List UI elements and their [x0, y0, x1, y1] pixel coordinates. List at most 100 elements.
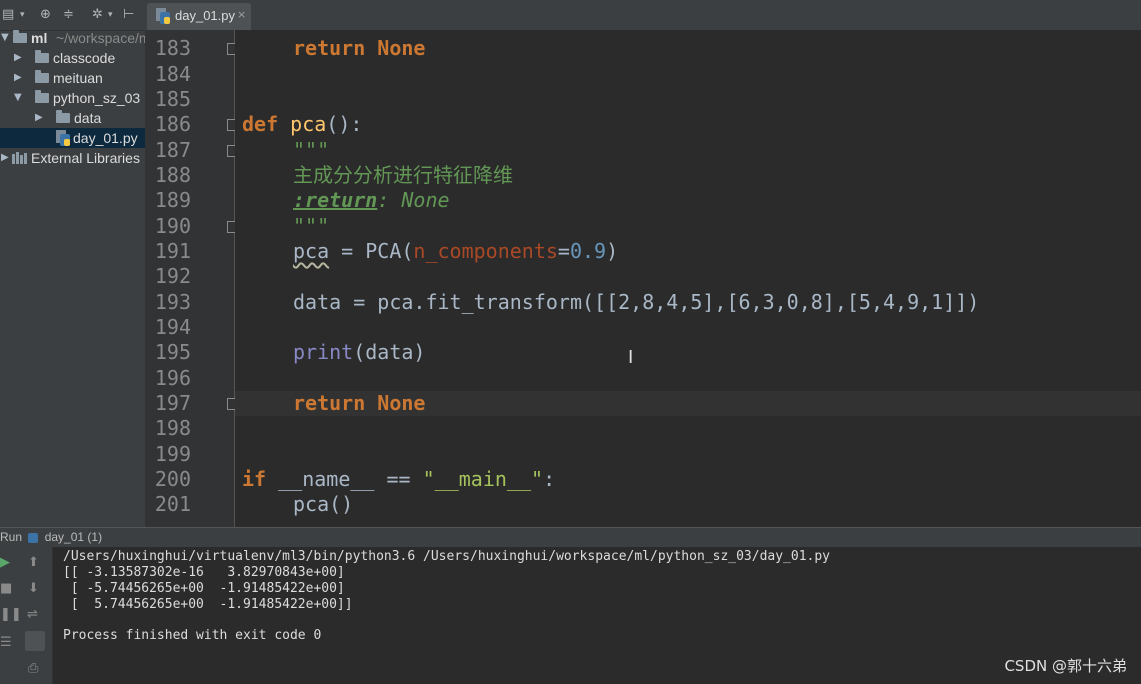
line-number: 198: [154, 416, 191, 440]
builtin-function: print: [293, 340, 354, 364]
console-line: [[ -3.13587302e-16 3.82970843e+00]: [63, 565, 345, 580]
collapsed-arrow-icon[interactable]: ▶: [14, 48, 22, 68]
tree-root-ml[interactable]: ▼ ml ~/workspace/ml: [0, 28, 145, 48]
project-panel: ▤ ▾ ⊕ ≑ ✲ ▾ ⊢ ▼ ml ~/workspace/ml ▶ clas…: [0, 0, 145, 527]
gear-icon[interactable]: ✲: [92, 7, 103, 22]
folder-icon: [35, 90, 49, 103]
line-number: 196: [154, 366, 191, 390]
tree-item-label: python_sz_03: [53, 90, 141, 106]
code-line-183: return None: [293, 36, 425, 61]
layout-icon[interactable]: ☰: [0, 635, 12, 650]
folder-icon: [35, 50, 49, 63]
keyword: return: [293, 391, 366, 415]
line-number: 200: [154, 467, 191, 491]
keyword: def: [242, 112, 279, 136]
library-icon: [12, 152, 27, 164]
run-config-name[interactable]: day_01 (1): [45, 530, 102, 544]
docstring-tag: :return: [293, 188, 378, 212]
keyword: return: [293, 36, 366, 60]
tree-item-label: data: [74, 110, 102, 126]
code-text: ():: [326, 112, 363, 136]
tree-root-name: ml: [31, 30, 48, 46]
code-line-197: return None: [293, 391, 425, 416]
line-number: 183: [154, 36, 191, 60]
code-editor[interactable]: return None def pca(): """ 主成分分析进行特征降维 :…: [235, 30, 1141, 527]
keyword: None: [377, 36, 426, 60]
run-title: Run day_01 (1): [0, 530, 102, 544]
python-file-icon: [156, 8, 170, 24]
line-number: 197: [154, 391, 191, 415]
folder-icon: [35, 70, 49, 83]
line-number: 194: [154, 315, 191, 339]
tab-day-01-py[interactable]: day_01.py ×: [147, 3, 251, 30]
collapse-all-icon[interactable]: ≑: [63, 7, 74, 22]
code-text: ==: [374, 467, 423, 491]
editor-tab-bar: day_01.py ×: [145, 0, 1141, 31]
watermark: CSDN @郭十六弟: [1004, 657, 1127, 675]
python-file-icon: [28, 532, 39, 543]
soft-wrap-icon[interactable]: ⇌: [27, 607, 38, 622]
console-output[interactable]: /Users/huxinghui/virtualenv/ml3/bin/pyth…: [53, 547, 1141, 684]
console-line: /Users/huxinghui/virtualenv/ml3/bin/pyth…: [63, 549, 831, 564]
tree-root-path: ~/workspace/ml: [56, 30, 145, 46]
folder-icon: [56, 110, 70, 123]
collapsed-arrow-icon[interactable]: ▶: [14, 68, 22, 88]
scroll-to-end-icon[interactable]: [25, 631, 45, 651]
code-line-201: pca(): [293, 492, 354, 516]
line-number: 184: [154, 62, 191, 86]
scroll-down-icon[interactable]: ⬇: [28, 581, 39, 596]
line-number: 189: [154, 188, 191, 212]
code-line-193: data = pca.fit_transform([[2,8,4,5],[6,3…: [293, 290, 980, 314]
code-line-187: """: [293, 138, 330, 162]
view-dropdown-icon[interactable]: ▾: [20, 10, 25, 20]
line-number: 192: [154, 264, 191, 288]
tree-item-label: meituan: [53, 70, 103, 86]
scroll-from-source-icon[interactable]: ⊕: [40, 7, 51, 22]
tree-item-classcode[interactable]: ▶ classcode: [0, 48, 145, 68]
console-line: [ 5.74456265e+00 -1.91485422e+00]]: [63, 597, 353, 612]
keyword-argument: n_components: [413, 239, 558, 263]
stop-icon[interactable]: ■: [0, 581, 12, 596]
project-toolbar: ▤ ▾ ⊕ ≑ ✲ ▾ ⊢: [0, 0, 145, 31]
code-text: = PCA(: [329, 239, 414, 263]
tree-item-meituan[interactable]: ▶ meituan: [0, 68, 145, 88]
tree-item-data[interactable]: ▶ data: [0, 108, 145, 128]
line-number: 201: [154, 492, 191, 516]
string-literal: "__main__": [422, 467, 544, 491]
collapsed-arrow-icon[interactable]: ▶: [35, 108, 43, 128]
code-text: ): [606, 239, 619, 263]
code-line-195: print(data): [293, 340, 425, 365]
tree-item-external-libraries[interactable]: ▶ External Libraries: [0, 148, 145, 168]
line-number: 193: [154, 290, 191, 314]
expanded-arrow-icon[interactable]: ▼: [1, 28, 9, 48]
code-text: (data): [353, 340, 426, 364]
tree-item-day-01-py[interactable]: day_01.py: [0, 128, 145, 148]
code-line-186: def pca():: [242, 112, 362, 137]
collapsed-arrow-icon[interactable]: ▶: [1, 148, 9, 168]
expanded-arrow-icon[interactable]: ▼: [14, 88, 22, 108]
line-number: 188: [154, 163, 191, 187]
code-line-200: if __name__ == "__main__":: [242, 467, 555, 492]
line-number: 186: [154, 112, 191, 136]
code-line-191: pca = PCA(n_components=0.9): [293, 239, 618, 264]
code-line-188: 主成分分析进行特征降维: [293, 163, 513, 187]
gear-dropdown-icon[interactable]: ▾: [108, 10, 113, 20]
tree-item-python-sz-03[interactable]: ▼ python_sz_03: [0, 88, 145, 108]
rerun-icon[interactable]: ▶: [0, 555, 10, 570]
console-line: [ -5.74456265e+00 -1.91485422e+00]: [63, 581, 345, 596]
line-number: 190: [154, 214, 191, 238]
line-number: 191: [154, 239, 191, 263]
pause-icon[interactable]: ❚❚: [0, 607, 22, 622]
close-icon[interactable]: ×: [237, 8, 246, 21]
line-number: 199: [154, 442, 191, 466]
line-number-gutter: 183 184 185 186 187 188 189 190 191 192 …: [145, 30, 239, 527]
run-title-label: Run: [0, 530, 23, 544]
print-icon[interactable]: ⎙: [28, 661, 38, 676]
hide-panel-icon[interactable]: ⊢: [123, 7, 134, 22]
line-number: 185: [154, 87, 191, 111]
line-number: 187: [154, 138, 191, 162]
tree-item-label: External Libraries: [31, 150, 140, 166]
project-view-icon[interactable]: ▤: [2, 7, 14, 22]
scroll-up-icon[interactable]: ⬆: [28, 555, 39, 570]
docstring-text: : None: [377, 188, 450, 212]
